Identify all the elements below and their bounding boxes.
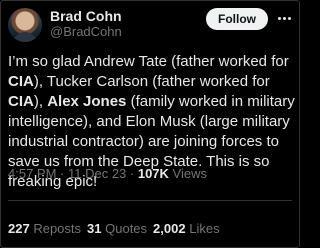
tweet-date[interactable]: 11 Dec 23 xyxy=(68,166,126,181)
meta-separator: · xyxy=(126,166,138,181)
follow-button[interactable]: Follow xyxy=(206,8,268,30)
tweet-bold-cia-1: CIA xyxy=(8,73,34,90)
more-dot xyxy=(282,16,286,20)
tweet-bold-alex-jones: Alex Jones xyxy=(47,93,127,110)
more-horizontal-icon[interactable] xyxy=(276,10,292,26)
tweet-text-part: ), xyxy=(33,93,48,110)
author-handle[interactable]: @BradCohn xyxy=(50,24,122,40)
avatar[interactable] xyxy=(8,8,42,42)
tweet-text-part: ), Tucker Carlson (father worked for xyxy=(33,73,270,90)
quotes-label: Quotes xyxy=(105,221,148,236)
reposts-count: 227 xyxy=(8,221,30,236)
reposts-label: Reposts xyxy=(33,221,82,236)
quotes-count: 31 xyxy=(87,221,102,236)
more-dot xyxy=(287,16,291,20)
tweet-time[interactable]: 4:57 PM xyxy=(8,166,56,181)
likes-count: 2,002 xyxy=(153,221,186,236)
meta-separator: · xyxy=(56,166,68,181)
author-name[interactable]: Brad Cohn xyxy=(50,8,122,24)
divider xyxy=(8,200,292,201)
tweet-text-part: I’m so glad Andrew Tate (father worked f… xyxy=(8,53,289,70)
tweet-bold-cia-2: CIA xyxy=(8,93,34,110)
reposts-stat[interactable]: 227 Reposts xyxy=(8,221,81,236)
likes-label: Likes xyxy=(189,221,220,236)
views-count: 107K xyxy=(137,166,169,181)
engagement-stats: 227 Reposts 31 Quotes 2,002 Likes xyxy=(8,220,226,238)
tweet-meta: 4:57 PM · 11 Dec 23 · 107K Views xyxy=(8,165,296,183)
likes-stat[interactable]: 2,002 Likes xyxy=(153,221,220,236)
quotes-stat[interactable]: 31 Quotes xyxy=(87,221,147,236)
views-label: Views xyxy=(168,166,207,181)
more-dot xyxy=(277,16,281,20)
avatar-figure xyxy=(13,32,37,42)
